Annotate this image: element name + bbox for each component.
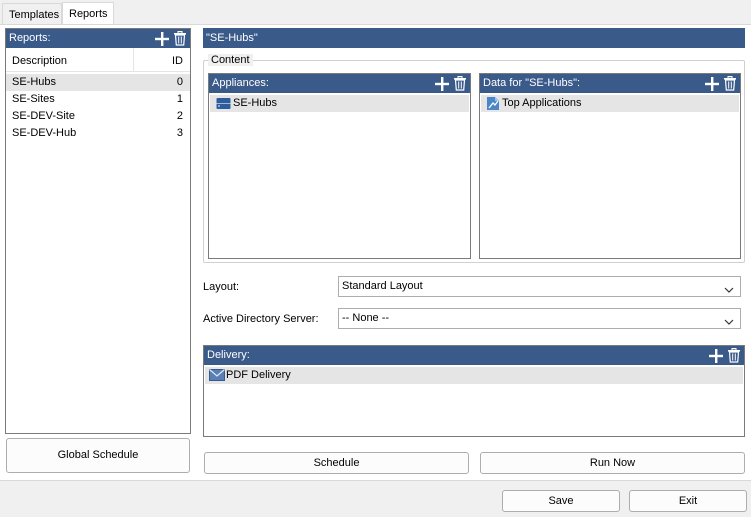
- exit-label: Exit: [678, 495, 698, 507]
- appliance-label: SE-Hubs: [233, 97, 278, 109]
- tab-reports-label: Reports: [69, 8, 108, 20]
- chevron-down-icon: [724, 282, 734, 301]
- save-button[interactable]: Save: [502, 490, 620, 512]
- table-row[interactable]: SE-Hubs 0: [6, 74, 190, 91]
- global-schedule-label: Global Schedule: [57, 449, 139, 461]
- tab-templates-label: Templates: [9, 9, 60, 21]
- report-chart-icon: [486, 96, 500, 114]
- row-description: SE-Sites: [12, 93, 55, 105]
- add-appliance-icon[interactable]: [434, 75, 450, 92]
- row-description: SE-DEV-Hub: [12, 127, 77, 139]
- delivery-header: Delivery:: [204, 346, 744, 365]
- save-label: Save: [548, 495, 574, 507]
- delete-appliance-icon[interactable]: [452, 75, 468, 92]
- global-schedule-button[interactable]: Global Schedule: [6, 438, 190, 473]
- row-id: 3: [176, 127, 183, 139]
- data-item-label: Top Applications: [502, 97, 582, 109]
- row-id: 0: [176, 76, 183, 88]
- delete-delivery-icon[interactable]: [726, 347, 742, 364]
- report-title: "SE-Hubs": [206, 32, 258, 44]
- list-item[interactable]: Top Applications: [481, 95, 739, 112]
- run-now-label: Run Now: [589, 457, 636, 469]
- reports-column-headers: Description ID: [6, 48, 190, 72]
- column-divider: [133, 48, 134, 72]
- row-description: SE-Hubs: [12, 76, 57, 88]
- run-now-button[interactable]: Run Now: [480, 452, 745, 474]
- row-id: 2: [176, 110, 183, 122]
- report-title-bar: "SE-Hubs": [203, 28, 745, 48]
- column-header-description[interactable]: Description: [12, 55, 67, 67]
- ad-server-select[interactable]: -- None --: [338, 308, 741, 329]
- appliances-header-title: Appliances:: [212, 77, 269, 89]
- add-delivery-icon[interactable]: [708, 347, 724, 364]
- list-item[interactable]: SE-Hubs: [210, 95, 469, 112]
- schedule-label: Schedule: [313, 457, 360, 469]
- data-for-header: Data for "SE-Hubs":: [480, 74, 740, 93]
- table-row[interactable]: SE-DEV-Site 2: [6, 108, 190, 125]
- data-for-header-title: Data for "SE-Hubs":: [483, 77, 581, 89]
- schedule-button[interactable]: Schedule: [204, 452, 469, 474]
- delivery-header-title: Delivery:: [207, 349, 250, 361]
- tab-templates[interactable]: Templates: [2, 3, 62, 24]
- envelope-icon: [209, 369, 225, 384]
- table-row[interactable]: SE-DEV-Hub 3: [6, 125, 190, 142]
- layout-label: Layout:: [203, 281, 240, 293]
- column-header-id[interactable]: ID: [172, 55, 183, 67]
- add-report-icon[interactable]: [154, 30, 170, 47]
- chevron-down-icon: [724, 314, 734, 333]
- tab-reports[interactable]: Reports: [62, 2, 114, 25]
- content-group-label: Content: [208, 54, 253, 66]
- list-item[interactable]: PDF Delivery: [205, 367, 743, 384]
- layout-select[interactable]: Standard Layout: [338, 276, 741, 297]
- delete-report-icon[interactable]: [172, 30, 188, 47]
- add-data-icon[interactable]: [704, 75, 720, 92]
- ad-server-value: -- None --: [342, 312, 390, 324]
- table-row[interactable]: SE-Sites 1: [6, 91, 190, 108]
- delete-data-icon[interactable]: [722, 75, 738, 92]
- reports-header: Reports:: [6, 29, 190, 48]
- appliance-icon: [216, 97, 231, 113]
- ad-server-label: Active Directory Server:: [203, 313, 319, 325]
- row-description: SE-DEV-Site: [12, 110, 75, 122]
- reports-header-title: Reports:: [9, 32, 51, 44]
- appliances-header: Appliances:: [209, 74, 470, 93]
- delivery-item-label: PDF Delivery: [226, 369, 291, 381]
- layout-value: Standard Layout: [342, 280, 423, 292]
- row-id: 1: [176, 93, 183, 105]
- exit-button[interactable]: Exit: [629, 490, 747, 512]
